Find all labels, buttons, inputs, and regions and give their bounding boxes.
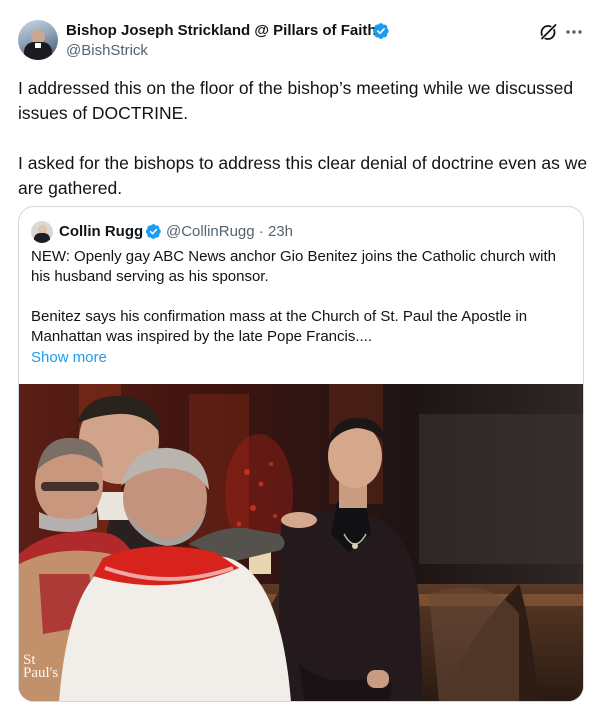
author-avatar[interactable]: [18, 20, 58, 60]
post: Bishop Joseph Strickland @ Pillars of Fa…: [0, 0, 602, 716]
meta-separator: ·: [258, 223, 264, 240]
author-handle[interactable]: @BishStrick: [66, 41, 148, 61]
grok-icon[interactable]: [538, 22, 558, 42]
post-paragraph: I addressed this on the floor of the bis…: [18, 78, 574, 123]
quoted-media-photo[interactable]: St Paul's: [19, 384, 583, 701]
quoted-author-name[interactable]: Collin Rugg: [59, 222, 143, 242]
author-name[interactable]: Bishop Joseph Strickland @ Pillars of Fa…: [66, 21, 377, 41]
more-options-icon[interactable]: [564, 22, 584, 42]
post-paragraph: I asked for the bishops to address this …: [18, 153, 588, 198]
verified-badge-icon[interactable]: [145, 223, 162, 240]
media-watermark: St Paul's: [23, 653, 69, 681]
avatar-collar: [35, 43, 41, 48]
quoted-paragraph: Benitez says his confirmation mass at th…: [31, 308, 528, 345]
verified-badge-icon[interactable]: [372, 22, 390, 40]
quoted-post-text: NEW: Openly gay ABC News anchor Gio Beni…: [31, 247, 575, 347]
avatar-body: [34, 233, 50, 243]
quoted-author-avatar[interactable]: [31, 221, 53, 243]
quoted-author-meta[interactable]: @CollinRugg · 23h: [166, 222, 293, 242]
post-text: I addressed this on the floor of the bis…: [18, 76, 588, 201]
show-more-link[interactable]: Show more: [31, 348, 107, 368]
photo-illustration: [19, 384, 583, 701]
quoted-author-handle[interactable]: @CollinRugg: [166, 223, 255, 240]
quoted-paragraph: NEW: Openly gay ABC News anchor Gio Beni…: [31, 248, 556, 285]
quoted-post[interactable]: Collin Rugg @CollinRugg · 23h NEW: Openl…: [18, 206, 584, 702]
watermark-line: Paul's: [23, 665, 59, 681]
quoted-timestamp[interactable]: 23h: [268, 223, 293, 240]
